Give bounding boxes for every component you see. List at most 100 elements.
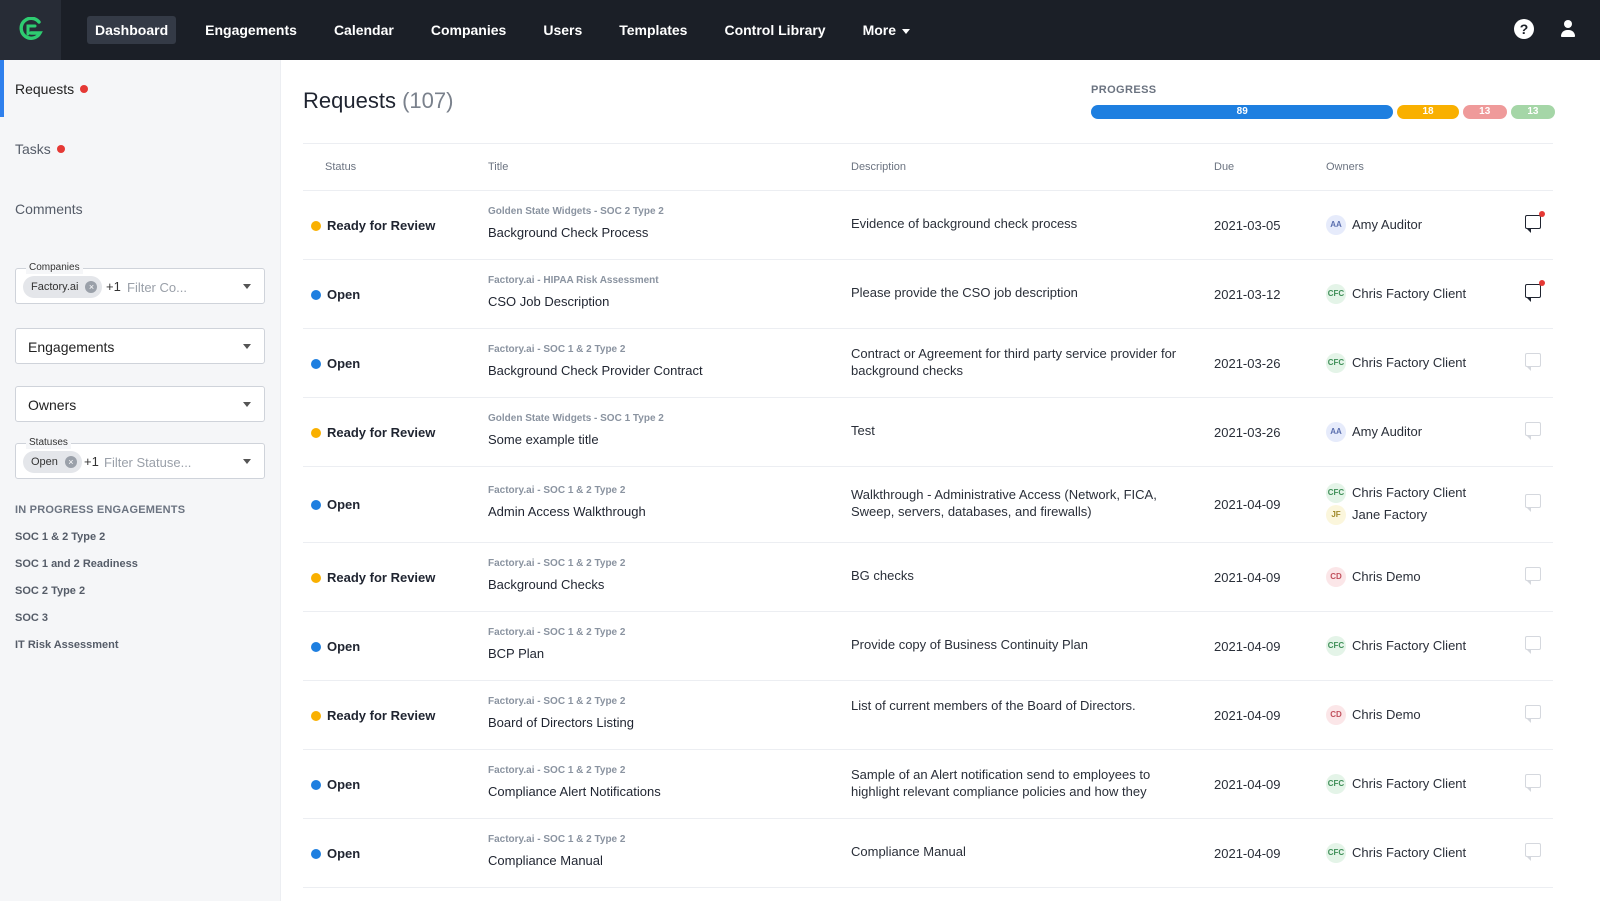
companies-filter[interactable]: Companies Factory.ai × +1 Filter Co...: [15, 262, 265, 304]
request-title[interactable]: Admin Access Walkthrough: [488, 504, 646, 519]
owner[interactable]: CFC Chris Factory Client: [1326, 842, 1466, 863]
table-row[interactable]: Open Factory.ai - SOC 1 & 2 Type 2 Complia…: [303, 819, 1553, 888]
request-description: Please provide the CSO job description: [851, 285, 1078, 300]
filter-placeholder[interactable]: Filter Co...: [127, 280, 187, 295]
owner[interactable]: CFC Chris Factory Client: [1326, 773, 1466, 794]
chevron-down-icon[interactable]: [243, 459, 251, 464]
table-row[interactable]: Ready for Review Factory.ai - SOC 1 & 2 T…: [303, 681, 1553, 750]
table-row[interactable]: Open Factory.ai - SOC 1 & 2 Type 2 BCP Pla…: [303, 612, 1553, 681]
comment-icon[interactable]: [1525, 352, 1541, 371]
request-title[interactable]: Background Check Process: [488, 225, 648, 240]
engagement-link[interactable]: Factory.ai - SOC 1 & 2 Type 2: [488, 558, 625, 569]
nav-right: ?: [1514, 19, 1578, 39]
chevron-down-icon[interactable]: [243, 402, 251, 407]
engagement-link[interactable]: SOC 1 and 2 Readiness: [15, 558, 138, 570]
remove-chip-icon[interactable]: ×: [85, 281, 98, 293]
user-icon[interactable]: [1558, 19, 1578, 39]
filter-chip[interactable]: Factory.ai ×: [23, 276, 103, 298]
comment-icon[interactable]: [1525, 421, 1541, 440]
owner[interactable]: CFC Chris Factory Client: [1326, 635, 1466, 656]
more-count: +1: [106, 279, 121, 294]
request-title[interactable]: Background Check Provider Contract: [488, 363, 703, 378]
column-header-owners[interactable]: Owners: [1326, 161, 1364, 173]
owner[interactable]: AA Amy Auditor: [1326, 421, 1423, 442]
nav-more[interactable]: More: [855, 16, 918, 44]
nav-menu: Dashboard Engagements Calendar Companies…: [87, 16, 939, 44]
sidebar-item-tasks[interactable]: Tasks: [15, 141, 65, 157]
statuses-filter[interactable]: Statuses Open × +1 Filter Statuse...: [15, 437, 265, 479]
due-date: 2021-04-09: [1214, 707, 1281, 723]
comment-icon[interactable]: [1525, 842, 1541, 861]
comment-icon[interactable]: [1525, 494, 1541, 512]
filter-chip[interactable]: Open ×: [23, 451, 82, 473]
engagement-link[interactable]: Factory.ai - SOC 1 & 2 Type 2: [488, 765, 625, 776]
comment-icon[interactable]: [1525, 210, 1545, 233]
request-title[interactable]: Background Checks: [488, 577, 604, 592]
engagement-link[interactable]: SOC 3: [15, 612, 48, 624]
nav-calendar[interactable]: Calendar: [326, 16, 402, 44]
owner-name: Amy Auditor: [1352, 423, 1423, 439]
progress-segment: 13: [1510, 105, 1555, 119]
request-title[interactable]: Compliance Manual: [488, 853, 603, 868]
request-title[interactable]: CSO Job Description: [488, 294, 609, 309]
request-title[interactable]: Compliance Alert Notifications: [488, 784, 661, 799]
owner[interactable]: CD Chris Demo: [1326, 704, 1421, 725]
comment-icon[interactable]: [1525, 704, 1541, 723]
engagement-link[interactable]: Factory.ai - SOC 1 & 2 Type 2: [488, 344, 625, 355]
engagement-link[interactable]: Factory.ai - HIPAA Risk Assessment: [488, 275, 659, 286]
owner[interactable]: CFC Chris Factory Client: [1326, 483, 1466, 503]
sidebar-item-requests[interactable]: Requests: [15, 81, 89, 97]
engagement-link[interactable]: SOC 1 & 2 Type 2: [15, 531, 105, 543]
engagement-link[interactable]: SOC 2 Type 2: [15, 585, 85, 597]
engagements-filter[interactable]: Engagements: [15, 328, 265, 364]
filter-placeholder[interactable]: Filter Statuse...: [104, 455, 191, 470]
column-header-due[interactable]: Due: [1214, 161, 1234, 173]
table-row[interactable]: Ready for Review Golden State Widgets - S…: [303, 398, 1553, 467]
engagement-link[interactable]: Factory.ai - SOC 1 & 2 Type 2: [488, 696, 625, 707]
table-row[interactable]: Ready for Review Golden State Widgets - S…: [303, 191, 1553, 260]
progress-segment: 13: [1462, 105, 1507, 119]
avatar: CFC: [1326, 283, 1346, 304]
nav-users[interactable]: Users: [535, 16, 590, 44]
nav-dashboard[interactable]: Dashboard: [87, 16, 177, 44]
owner[interactable]: AA Amy Auditor: [1326, 214, 1422, 235]
column-header-description[interactable]: Description: [851, 161, 906, 173]
table-row[interactable]: Open Factory.ai - SOC 1 & 2 Type 2 Complia…: [303, 750, 1553, 819]
nav-templates[interactable]: Templates: [611, 16, 695, 44]
comment-icon[interactable]: [1525, 566, 1541, 585]
owners-filter[interactable]: Owners: [15, 386, 265, 422]
table-row[interactable]: Open Factory.ai - SOC 1 & 2 Type 2 Admin A…: [303, 467, 1553, 543]
app-logo[interactable]: [0, 0, 61, 60]
request-description: Walkthrough - Administrative Access (Net…: [851, 487, 1157, 519]
comment-icon[interactable]: [1525, 279, 1545, 302]
comment-icon[interactable]: [1525, 635, 1541, 654]
engagement-link[interactable]: Golden State Widgets - SOC 2 Type 2: [488, 206, 664, 217]
column-header-status[interactable]: Status: [325, 161, 356, 173]
owner[interactable]: CFC Chris Factory Client: [1326, 283, 1466, 304]
engagement-link[interactable]: Factory.ai - SOC 1 & 2 Type 2: [488, 834, 625, 845]
nav-engagements[interactable]: Engagements: [197, 16, 305, 44]
owner[interactable]: CFC Chris Factory Client: [1326, 352, 1466, 373]
request-title[interactable]: Some example title: [488, 432, 599, 447]
sidebar-item-comments[interactable]: Comments: [15, 201, 83, 217]
chevron-down-icon[interactable]: [243, 344, 251, 349]
help-icon[interactable]: ?: [1514, 19, 1534, 39]
remove-chip-icon[interactable]: ×: [64, 456, 77, 468]
chevron-down-icon[interactable]: [243, 284, 251, 289]
comment-icon[interactable]: [1525, 773, 1541, 792]
nav-control-library[interactable]: Control Library: [716, 16, 833, 44]
request-title[interactable]: Board of Directors Listing: [488, 715, 634, 730]
owner[interactable]: CD Chris Demo: [1326, 566, 1421, 587]
column-header-title[interactable]: Title: [488, 161, 508, 173]
table-row[interactable]: Open Factory.ai - SOC 1 & 2 Type 2 Backgro…: [303, 329, 1553, 398]
table-row[interactable]: Open Factory.ai - HIPAA Risk Assessment CS…: [303, 260, 1553, 329]
engagement-link[interactable]: Factory.ai - SOC 1 & 2 Type 2: [488, 627, 625, 638]
owner[interactable]: JF Jane Factory: [1326, 505, 1427, 525]
request-title[interactable]: BCP Plan: [488, 646, 544, 661]
engagement-link[interactable]: IT Risk Assessment: [15, 639, 119, 651]
nav-companies[interactable]: Companies: [423, 16, 514, 44]
engagement-link[interactable]: Golden State Widgets - SOC 1 Type 2: [488, 413, 664, 424]
engagement-link[interactable]: Factory.ai - SOC 1 & 2 Type 2: [488, 485, 625, 496]
notification-dot: [56, 145, 65, 153]
table-row[interactable]: Ready for Review Factory.ai - SOC 1 & 2 T…: [303, 543, 1553, 612]
